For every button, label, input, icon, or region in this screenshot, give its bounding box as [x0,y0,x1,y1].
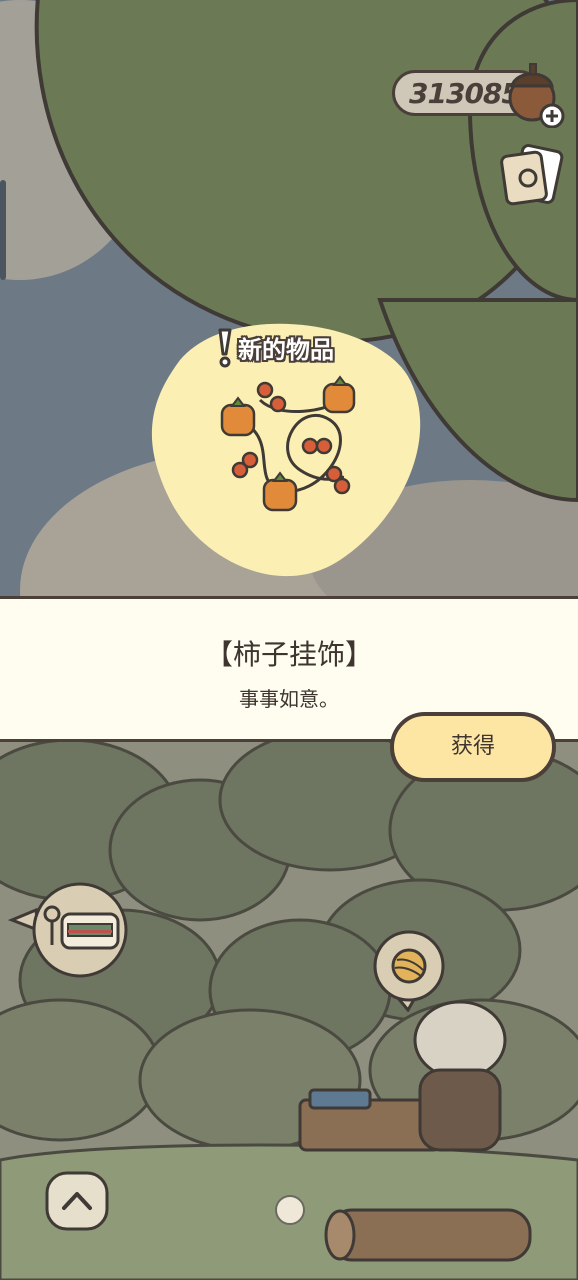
new-item-tag: 新的物品 [212,328,372,368]
acorn-plus-icon[interactable] [500,58,566,128]
postcard-icon[interactable] [498,142,564,208]
exclamation-icon [218,328,232,368]
item-name: 【柿子挂饰】 [204,638,373,671]
chevron-up-icon[interactable] [44,1170,110,1232]
item-description: 事事如意。 [239,687,339,711]
train-station-icon[interactable] [8,880,130,980]
new-item-label: 新的物品 [238,336,334,364]
yarn-ball-icon[interactable] [368,930,450,1012]
obtain-button[interactable]: 获得 [390,712,556,782]
